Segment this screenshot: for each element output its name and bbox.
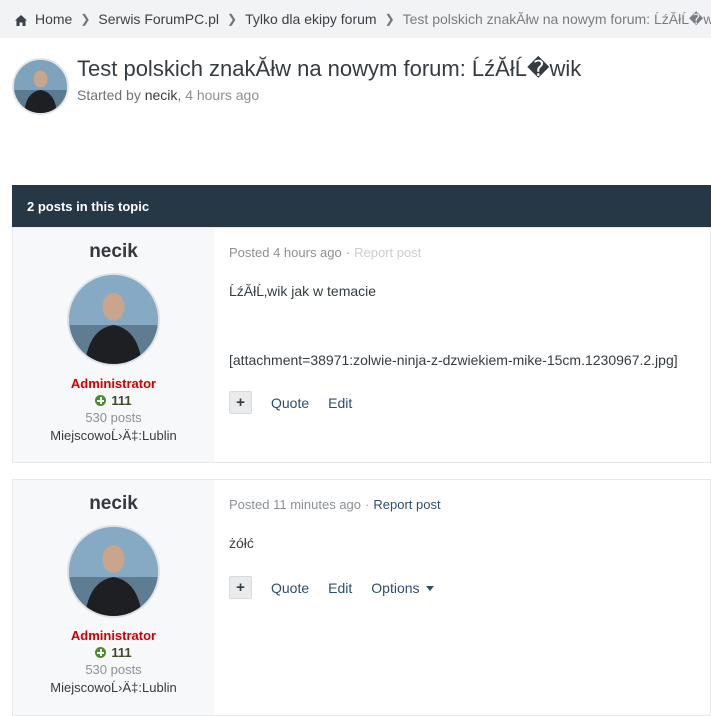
post-author-name[interactable]: necik xyxy=(13,493,214,515)
author-role: Administrator xyxy=(70,628,157,643)
post-content: Posted 4 hours ago · Report post ĹźĂłĹ‚wik… xyxy=(214,228,710,462)
chevron-right-icon: ❯ xyxy=(384,12,395,26)
reputation-value: 111 xyxy=(111,645,132,660)
post-author-panel: necik Administrator 111 530 posts Miejsc… xyxy=(13,480,214,715)
quote-button[interactable]: Quote xyxy=(271,395,309,411)
meta-separator: · xyxy=(345,245,351,260)
post-time: Posted 11 minutes ago xyxy=(229,497,362,512)
breadcrumb-home-link[interactable]: Home xyxy=(35,11,72,27)
author-location: MiejscowoĹ›Ä‡:Lublin xyxy=(50,428,177,443)
author-role: Administrator xyxy=(70,376,157,391)
chevron-right-icon: ❯ xyxy=(227,12,238,26)
plus-circle-icon xyxy=(95,647,107,658)
report-post-link[interactable]: Report post xyxy=(373,497,440,512)
breadcrumb-current: Test polskich znakĂłw na nowym forum: Ĺź… xyxy=(402,10,711,27)
post-author-panel: necik Administrator 111 530 posts Miejsc… xyxy=(13,228,214,462)
options-menu-button[interactable]: Options xyxy=(371,579,434,596)
post-time: Posted 4 hours ago xyxy=(229,245,342,260)
avatar[interactable] xyxy=(67,525,160,618)
topic-header: Test polskich znakĂłw na nowym forum: Ĺź… xyxy=(12,56,702,116)
started-by-label: Started by xyxy=(77,87,141,103)
post: necik Administrator 111 530 posts Miejsc… xyxy=(12,227,711,463)
multiquote-button[interactable]: + xyxy=(229,391,252,414)
author-location: MiejscowoĹ›Ä‡:Lublin xyxy=(50,680,177,695)
post-body: ĹźĂłĹ‚wik jak w temacie xyxy=(229,283,377,299)
plus-circle-icon xyxy=(95,395,107,406)
reputation-value: 111 xyxy=(111,393,132,408)
breadcrumb: Home ❯ Serwis ForumPC.pl ❯ Tylko dla eki… xyxy=(0,0,711,38)
avatar[interactable] xyxy=(67,273,160,366)
post-attachment: [attachment=38971:zolwie-ninja-z-dzwieki… xyxy=(229,352,678,368)
caret-down-icon xyxy=(425,585,434,591)
chevron-right-icon: ❯ xyxy=(80,12,91,26)
meta-comma: , xyxy=(177,87,182,103)
edit-button[interactable]: Edit xyxy=(328,580,352,596)
breadcrumb-forum-link[interactable]: Serwis ForumPC.pl xyxy=(98,11,219,27)
topic-meta: Started by necik, 4 hours ago xyxy=(77,87,259,103)
author-post-count: 530 posts xyxy=(85,410,142,425)
posts-count-label: 2 posts in this topic xyxy=(27,198,150,214)
report-post-link[interactable]: Report post xyxy=(354,245,421,260)
author-post-count: 530 posts xyxy=(85,662,142,677)
avatar[interactable] xyxy=(12,58,69,115)
page-title: Test polskich znakĂłw na nowym forum: Ĺź… xyxy=(77,56,582,81)
breadcrumb-category-link[interactable]: Tylko dla ekipy forum xyxy=(245,11,377,27)
topic-author-link[interactable]: necik xyxy=(145,87,178,103)
post-content: Posted 11 minutes ago · Report post żółć +… xyxy=(214,480,710,715)
home-icon[interactable] xyxy=(14,14,28,27)
reputation-badge: 111 xyxy=(13,645,214,660)
topic-time: 4 hours ago xyxy=(185,87,260,103)
post-meta: Posted 11 minutes ago · Report post xyxy=(229,497,710,512)
quote-button[interactable]: Quote xyxy=(271,580,309,596)
post: necik Administrator 111 530 posts Miejsc… xyxy=(12,479,711,716)
post-body: żółć xyxy=(229,535,254,551)
posts-count-bar: 2 posts in this topic xyxy=(12,185,711,227)
edit-button[interactable]: Edit xyxy=(328,395,352,411)
post-actions: + Quote Edit Options xyxy=(229,576,710,599)
meta-separator: · xyxy=(365,497,370,512)
options-label: Options xyxy=(371,579,420,596)
post-meta: Posted 4 hours ago · Report post xyxy=(229,245,710,260)
multiquote-button[interactable]: + xyxy=(229,576,252,599)
post-author-name[interactable]: necik xyxy=(13,241,214,263)
post-actions: + Quote Edit xyxy=(229,391,710,414)
reputation-badge: 111 xyxy=(13,393,214,408)
